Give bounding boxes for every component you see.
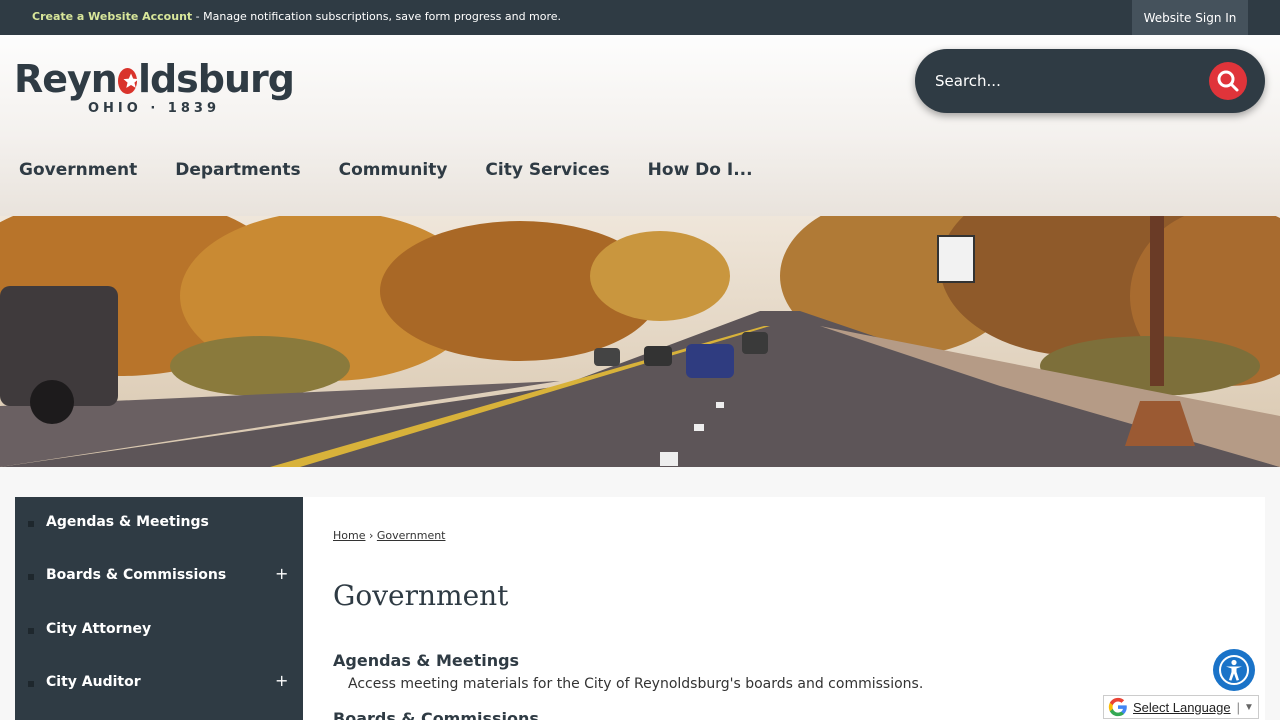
nav-government[interactable]: Government	[0, 155, 156, 185]
account-message: Create a Website Account - Manage notifi…	[32, 10, 561, 23]
dropdown-arrow-icon: ▼	[1243, 701, 1254, 713]
breadcrumb: Home › Government	[333, 529, 446, 542]
nav-departments[interactable]: Departments	[156, 155, 319, 185]
sidebar-item-label: Boards & Commissions	[46, 567, 227, 583]
logo-word-left: Reyn	[14, 57, 118, 101]
main-content: Home › Government Government Agendas & M…	[303, 497, 1265, 720]
search-input[interactable]	[935, 69, 1195, 93]
breadcrumb-home-link[interactable]: Home	[333, 529, 365, 542]
sidebar-nav: Agendas & Meetings Boards & Commissions …	[15, 497, 303, 720]
google-g-icon	[1108, 697, 1127, 717]
expand-icon[interactable]: +	[275, 671, 288, 690]
accessibility-button[interactable]	[1213, 649, 1255, 691]
logo-wordmark: Reyn ldsburg	[14, 57, 295, 101]
nav-city-services[interactable]: City Services	[466, 155, 628, 185]
site-header: Reyn ldsburg OHIO · 1839 Government Depar…	[0, 35, 1280, 216]
sidebar-item-label: City Attorney	[46, 621, 152, 637]
sidebar-item-city-auditor[interactable]: City Auditor +	[15, 657, 303, 710]
section-description: Access meeting materials for the City of…	[348, 676, 924, 692]
star-icon	[117, 68, 139, 94]
breadcrumb-separator: ›	[365, 529, 377, 542]
bullet-icon	[28, 574, 34, 580]
bullet-icon	[28, 681, 34, 687]
language-selector[interactable]: Select Language | ▼	[1103, 695, 1259, 719]
bullet-icon	[28, 521, 34, 527]
hero-banner-image	[0, 216, 1280, 467]
main-nav: Government Departments Community City Se…	[0, 155, 772, 185]
section-link-boards-commissions[interactable]: Boards & Commissions	[333, 709, 539, 720]
street-scene-illustration	[0, 216, 1280, 467]
create-account-link[interactable]: Create a Website Account	[32, 10, 192, 23]
select-language-label: Select Language	[1133, 699, 1231, 715]
bullet-icon	[28, 628, 34, 634]
language-separator: |	[1236, 699, 1240, 715]
nav-community[interactable]: Community	[320, 155, 467, 185]
site-logo[interactable]: Reyn ldsburg OHIO · 1839	[14, 57, 295, 119]
sidebar-item-city-attorney[interactable]: City Attorney	[15, 604, 303, 657]
logo-tagline: OHIO · 1839	[88, 101, 220, 116]
accessibility-icon	[1219, 655, 1249, 685]
sidebar-item-agendas-meetings[interactable]: Agendas & Meetings	[15, 497, 303, 550]
search-icon	[1217, 70, 1239, 92]
logo-word-right: ldsburg	[137, 57, 295, 101]
sidebar-item-label: City Auditor	[46, 674, 141, 690]
search-button[interactable]	[1209, 62, 1247, 100]
account-message-text: - Manage notification subscriptions, sav…	[192, 10, 562, 23]
nav-how-do-i[interactable]: How Do I...	[629, 155, 772, 185]
breadcrumb-government-link[interactable]: Government	[377, 529, 446, 542]
sidebar-item-label: Agendas & Meetings	[46, 514, 209, 530]
top-utility-bar: Create a Website Account - Manage notifi…	[0, 0, 1280, 35]
website-sign-in-button[interactable]: Website Sign In	[1132, 0, 1248, 35]
search-box	[915, 49, 1265, 113]
expand-icon[interactable]: +	[275, 564, 288, 583]
page-title: Government	[333, 579, 509, 612]
section-link-agendas-meetings[interactable]: Agendas & Meetings	[333, 651, 519, 670]
sidebar-item-boards-commissions[interactable]: Boards & Commissions +	[15, 550, 303, 603]
